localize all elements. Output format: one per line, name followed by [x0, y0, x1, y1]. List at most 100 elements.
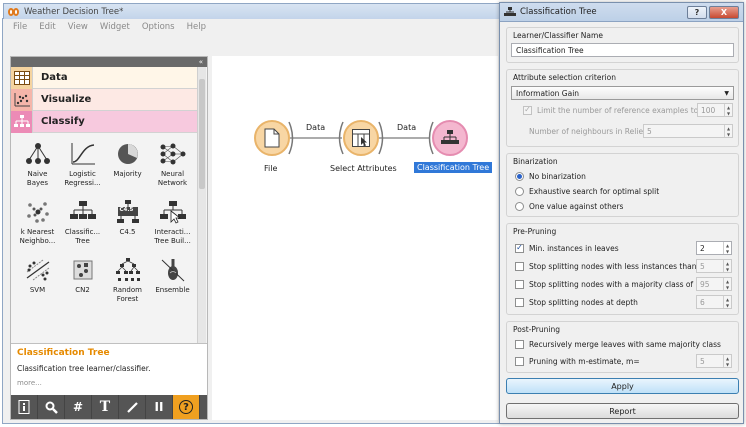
- report-button[interactable]: Report: [506, 403, 739, 419]
- arrow-annotation-button[interactable]: [119, 395, 146, 419]
- limit-reference-checkbox[interactable]: ✓: [523, 105, 532, 115]
- pause-button[interactable]: II: [146, 395, 173, 419]
- widget-label: k Nearest Neighbo...: [19, 228, 56, 245]
- tree-icon: [11, 110, 33, 133]
- spin-arrows-icon: ▲ ▼: [724, 125, 732, 137]
- interactive-tree-icon: [158, 199, 188, 225]
- classification-tree-icon: [504, 7, 516, 16]
- widget-neural-network[interactable]: Neural Network: [150, 137, 195, 195]
- menubar: File Edit View Widget Options Help: [3, 19, 501, 35]
- spin-arrows-icon: ▲ ▼: [723, 260, 731, 272]
- menu-options[interactable]: Options: [142, 22, 175, 32]
- info-button[interactable]: [11, 395, 38, 419]
- widget-interactive-tree-builder[interactable]: Interacti... Tree Buil...: [150, 195, 195, 253]
- apply-button[interactable]: Apply: [506, 378, 739, 394]
- node-file[interactable]: [254, 120, 290, 156]
- widget-label: Interacti... Tree Buil...: [154, 228, 191, 245]
- stop-majority-checkbox[interactable]: [515, 279, 524, 289]
- binarization-option-exhaustive[interactable]: Exhaustive search for optimal split: [515, 184, 659, 198]
- search-button[interactable]: [38, 395, 65, 419]
- pre-pruning-group-title: Pre-Pruning: [513, 227, 557, 236]
- text-annotation-button[interactable]: T: [92, 395, 119, 419]
- neural-network-icon: [158, 141, 188, 167]
- cn2-icon: [68, 257, 98, 283]
- ensemble-icon: [158, 257, 188, 283]
- logistic-regression-icon: [68, 141, 98, 167]
- category-visualize[interactable]: Visualize: [11, 88, 197, 111]
- output-anchor: [288, 121, 294, 155]
- criterion-select[interactable]: Information Gain ▼: [511, 86, 734, 100]
- stop-depth-checkbox[interactable]: [515, 297, 524, 307]
- min-instances-checkbox[interactable]: ✓: [515, 243, 524, 253]
- binarization-option-one-vs-others[interactable]: One value against others: [515, 199, 623, 213]
- orange-logo-icon: [8, 7, 20, 17]
- neighbours-label: Number of neighbours in ReliefF: [529, 126, 651, 136]
- dialog-close-button[interactable]: X: [709, 5, 739, 19]
- node-classification-tree-label[interactable]: Classification Tree: [414, 162, 493, 173]
- widget-c45[interactable]: C4.5 C4.5: [105, 195, 150, 253]
- m-estimate-checkbox[interactable]: [515, 356, 524, 366]
- category-data[interactable]: Data: [11, 66, 197, 89]
- random-forest-icon: [113, 257, 143, 283]
- min-instances-spinbox[interactable]: 2 ▲ ▼: [696, 241, 732, 255]
- stop-depth-spinbox[interactable]: 6 ▲ ▼: [696, 295, 732, 309]
- binarization-group: Binarization No binarization Exhaustive …: [506, 153, 739, 217]
- m-estimate-spinbox[interactable]: 5 ▲ ▼: [696, 354, 732, 368]
- category-visualize-label: Visualize: [41, 94, 92, 105]
- widget-logistic-regression[interactable]: Logistic Regressi...: [60, 137, 105, 195]
- c45-badge-text: C4.5: [119, 207, 134, 213]
- spin-arrows-icon: ▲ ▼: [723, 278, 731, 290]
- widget-knn[interactable]: k Nearest Neighbo...: [15, 195, 60, 253]
- workflow-canvas[interactable]: File Select Attributes Classification Tr…: [212, 56, 498, 420]
- stop-less-checkbox[interactable]: [515, 261, 524, 271]
- menu-widget[interactable]: Widget: [100, 22, 130, 32]
- knn-icon: [23, 199, 53, 225]
- stop-less-row: Stop splitting nodes with less instances…: [515, 259, 696, 273]
- spin-arrows-icon: ▲ ▼: [723, 242, 731, 254]
- stop-less-spinbox[interactable]: 5 ▲ ▼: [696, 259, 732, 273]
- hash-icon: #: [72, 400, 84, 414]
- widget-random-forest[interactable]: Random Forest: [105, 253, 150, 311]
- widget-svm[interactable]: SVM: [15, 253, 60, 311]
- node-classification-tree[interactable]: [432, 120, 468, 156]
- binarization-option-none[interactable]: No binarization: [515, 169, 586, 183]
- description-more-link[interactable]: more...: [17, 379, 201, 387]
- file-icon: [264, 128, 280, 148]
- help-button[interactable]: ?: [173, 395, 200, 419]
- recursive-merge-row: Recursively merge leaves with same major…: [515, 337, 721, 351]
- stop-majority-spinbox[interactable]: 95 ▲ ▼: [696, 277, 732, 291]
- widget-majority[interactable]: Majority: [105, 137, 150, 195]
- widget-panel-scrollbar[interactable]: [197, 67, 206, 377]
- main-titlebar[interactable]: Weather Decision Tree*: [3, 3, 503, 19]
- widget-label: Ensemble: [155, 286, 190, 294]
- category-classify[interactable]: Classify: [11, 110, 197, 133]
- widget-cn2[interactable]: CN2: [60, 253, 105, 311]
- limit-reference-spinbox[interactable]: 100 ▲ ▼: [697, 103, 733, 117]
- widget-label: Naive Bayes: [26, 170, 49, 187]
- node-select-attributes[interactable]: [343, 120, 379, 156]
- widget-label: C4.5: [119, 228, 136, 236]
- neighbours-spinbox[interactable]: 5 ▲ ▼: [643, 124, 733, 138]
- radio-button[interactable]: [515, 201, 524, 211]
- menu-help[interactable]: Help: [187, 22, 206, 32]
- search-icon: [45, 401, 58, 414]
- widget-label: Majority: [113, 170, 142, 178]
- classification-tree-icon: [441, 130, 459, 144]
- widget-classification-tree[interactable]: Classific... Tree: [60, 195, 105, 253]
- menu-file[interactable]: File: [13, 22, 27, 32]
- scatter-icon: [11, 88, 33, 111]
- widget-naive-bayes[interactable]: Naive Bayes: [15, 137, 60, 195]
- recursive-merge-checkbox[interactable]: [515, 339, 524, 349]
- collapse-panel-icon[interactable]: «: [199, 58, 203, 66]
- dialog-help-button[interactable]: ?: [687, 5, 707, 19]
- menu-view[interactable]: View: [68, 22, 88, 32]
- learner-name-input[interactable]: Classification Tree: [511, 43, 734, 57]
- radio-button[interactable]: [515, 186, 524, 196]
- radio-button[interactable]: [515, 171, 524, 181]
- dialog-titlebar[interactable]: Classification Tree ? X: [500, 3, 743, 22]
- grid-button[interactable]: #: [65, 395, 92, 419]
- menu-edit[interactable]: Edit: [39, 22, 55, 32]
- neighbours-value: 5: [647, 126, 652, 136]
- min-instances-label: Min. instances in leaves: [529, 243, 619, 253]
- widget-ensemble[interactable]: Ensemble: [150, 253, 195, 311]
